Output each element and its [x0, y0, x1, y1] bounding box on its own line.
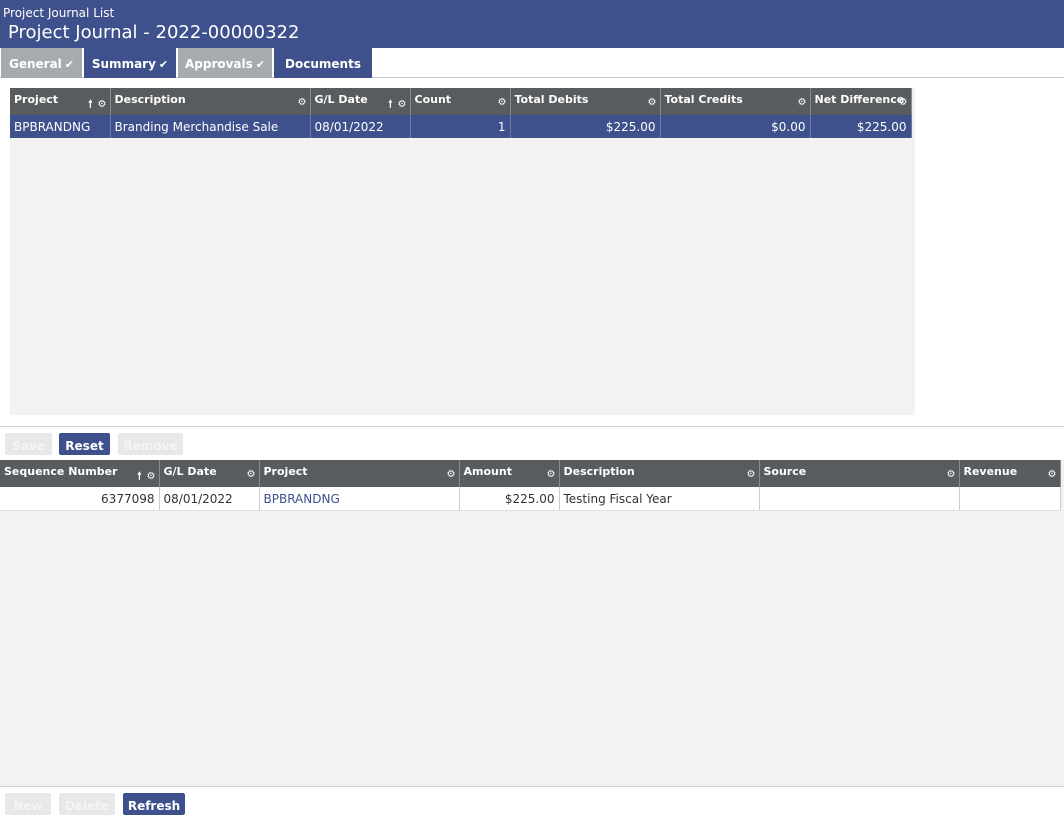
sort-up-icon[interactable]: 🠕	[388, 99, 392, 110]
gear-icon[interactable]: ⚙	[398, 99, 407, 110]
remove-button[interactable]: Remove	[118, 433, 183, 455]
column-label: Source	[763, 465, 807, 478]
summary-panel: Project 🠕 ⚙ Description ⚙ G/L Date 🠕 ⚙ Count ⚙…	[0, 78, 1064, 427]
column-label: Total Debits	[514, 93, 589, 106]
column-label: G/L Date	[163, 465, 217, 478]
column-header-amount[interactable]: Amount ⚙	[459, 460, 560, 487]
column-header-description[interactable]: Description ⚙	[559, 460, 760, 487]
tab-label: Summary	[91, 57, 156, 71]
column-header-count[interactable]: Count ⚙	[410, 88, 511, 115]
tab-bar: General ✔ Summary ✔ Approvals ✔ Documents	[0, 48, 1064, 78]
gear-icon[interactable]: ⚙	[547, 469, 556, 480]
summary-grid: Project 🠕 ⚙ Description ⚙ G/L Date 🠕 ⚙ Count ⚙…	[10, 88, 915, 415]
cell-gl-date: 08/01/2022	[310, 115, 411, 138]
tab-label: General	[8, 57, 62, 71]
save-button[interactable]: Save	[5, 433, 52, 455]
sort-up-icon[interactable]: 🠕	[137, 471, 141, 482]
cell-source	[759, 487, 960, 511]
detail-header-row: Sequence Number 🠕 ⚙ G/L Date ⚙ Project ⚙ Amo…	[0, 460, 1061, 487]
cell-net-difference: $225.00	[810, 115, 912, 138]
table-row[interactable]: 6377098 08/01/2022 BPBRANDNG $225.00 Tes…	[0, 487, 1061, 511]
breadcrumb[interactable]: Project Journal List	[3, 6, 114, 20]
page-title: Project Journal - 2022-00000322	[8, 22, 300, 43]
project-link[interactable]: BPBRANDNG	[264, 492, 340, 506]
gear-icon[interactable]: ⚙	[447, 469, 456, 480]
gear-icon[interactable]: ⚙	[947, 469, 956, 480]
cell-gl-date: 08/01/2022	[159, 487, 260, 511]
cell-sequence-number: 6377098	[0, 487, 160, 511]
column-header-source[interactable]: Source ⚙	[759, 460, 960, 487]
column-label: Project	[263, 465, 308, 478]
cell-total-debits: $225.00	[510, 115, 661, 138]
column-header-project[interactable]: Project ⚙	[259, 460, 460, 487]
cell-count: 1	[410, 115, 511, 138]
tab-general[interactable]: General ✔	[1, 48, 82, 78]
refresh-button[interactable]: Refresh	[123, 793, 185, 815]
tab-documents[interactable]: Documents	[274, 48, 372, 78]
cell-project: BPBRANDNG	[10, 115, 111, 138]
cell-revenue	[959, 487, 1061, 511]
column-label: G/L Date	[314, 93, 368, 106]
column-label: Sequence Number	[4, 465, 118, 478]
bottom-action-bar: New Delete Refresh	[0, 786, 1064, 819]
new-button[interactable]: New	[5, 793, 51, 815]
cell-description: Branding Merchandise Sale	[110, 115, 311, 138]
column-label: Revenue	[963, 465, 1018, 478]
reset-button[interactable]: Reset	[59, 433, 110, 455]
column-label: Total Credits	[664, 93, 743, 106]
gear-icon[interactable]: ⚙	[247, 469, 256, 480]
app-header: Project Journal List Project Journal - 2…	[0, 0, 1064, 48]
table-row[interactable]: BPBRANDNG Branding Merchandise Sale 08/0…	[10, 115, 912, 138]
sort-up-icon[interactable]: 🠕	[88, 99, 92, 110]
column-header-sequence-number[interactable]: Sequence Number 🠕 ⚙	[0, 460, 160, 487]
gear-icon[interactable]: ⚙	[498, 97, 507, 108]
cell-total-credits: $0.00	[660, 115, 811, 138]
tab-label: Documents	[285, 57, 361, 71]
gear-icon[interactable]: ⚙	[147, 471, 156, 482]
tab-approvals[interactable]: Approvals ✔	[178, 48, 272, 78]
column-header-project[interactable]: Project 🠕 ⚙	[10, 88, 111, 115]
tab-summary[interactable]: Summary ✔	[84, 48, 176, 78]
gear-icon[interactable]: ⚙	[98, 99, 107, 110]
column-label: Description	[114, 93, 186, 106]
cell-project: BPBRANDNG	[259, 487, 460, 511]
column-header-description[interactable]: Description ⚙	[110, 88, 311, 115]
check-icon: ✔	[255, 58, 266, 71]
column-header-gl-date[interactable]: G/L Date 🠕 ⚙	[310, 88, 411, 115]
cell-amount: $225.00	[459, 487, 560, 511]
column-label: Amount	[463, 465, 512, 478]
cell-description: Testing Fiscal Year	[559, 487, 760, 511]
delete-button[interactable]: Delete	[59, 793, 115, 815]
column-label: Project	[14, 93, 59, 106]
column-header-total-credits[interactable]: Total Credits ⚙	[660, 88, 811, 115]
column-header-revenue[interactable]: Revenue ⚙	[959, 460, 1061, 487]
column-header-net-difference[interactable]: Net Difference ⚙	[810, 88, 912, 115]
column-label: Description	[563, 465, 635, 478]
gear-icon[interactable]: ⚙	[1048, 469, 1057, 480]
gear-icon[interactable]: ⚙	[298, 97, 307, 108]
summary-header-row: Project 🠕 ⚙ Description ⚙ G/L Date 🠕 ⚙ Count ⚙…	[10, 88, 912, 115]
gear-icon[interactable]: ⚙	[747, 469, 756, 480]
column-label: Net Difference	[814, 93, 905, 106]
gear-icon[interactable]: ⚙	[899, 97, 908, 108]
check-icon: ✔	[158, 58, 169, 71]
column-header-total-debits[interactable]: Total Debits ⚙	[510, 88, 661, 115]
column-label: Count	[414, 93, 452, 106]
tab-label: Approvals	[184, 57, 253, 71]
gear-icon[interactable]: ⚙	[798, 97, 807, 108]
check-icon: ✔	[64, 58, 75, 71]
column-header-gl-date[interactable]: G/L Date ⚙	[159, 460, 260, 487]
gear-icon[interactable]: ⚙	[648, 97, 657, 108]
detail-grid: Sequence Number 🠕 ⚙ G/L Date ⚙ Project ⚙ Amo…	[0, 460, 1064, 786]
